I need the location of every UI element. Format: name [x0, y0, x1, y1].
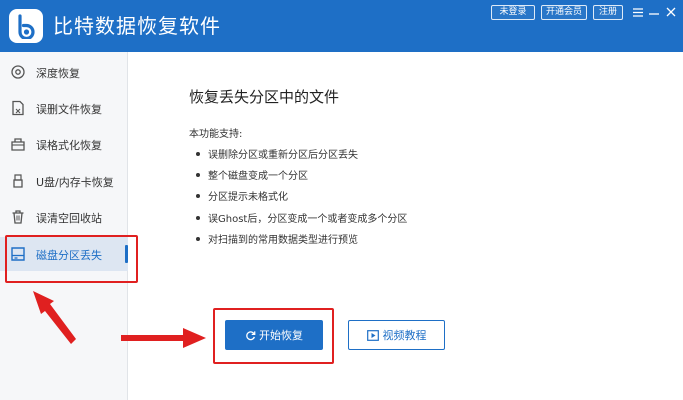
sidebar-item-deleted-files[interactable]: 误删文件恢复 [0, 91, 128, 125]
sidebar-item-label: 误删文件恢复 [36, 103, 102, 116]
bullet-icon [196, 173, 200, 177]
start-recovery-button[interactable]: 开始恢复 [225, 320, 323, 350]
feature-item: 误Ghost后，分区变成一个或者变成多个分区 [196, 210, 407, 225]
bullet-icon [196, 216, 200, 220]
sidebar-item-deep-recovery[interactable]: 深度恢复 [0, 55, 128, 89]
refresh-icon [245, 330, 256, 341]
recycle-bin-icon [9, 208, 26, 225]
login-button[interactable]: 未登录 [491, 5, 535, 20]
usb-drive-icon [9, 172, 26, 189]
feature-item: 整个磁盘变成一个分区 [196, 167, 308, 182]
page-title: 恢复丢失分区中的文件 [189, 88, 340, 106]
support-label: 本功能支持: [189, 129, 243, 140]
bullet-icon [196, 152, 200, 156]
sidebar-item-recycle-bin[interactable]: 误清空回收站 [0, 200, 128, 234]
feature-item: 分区提示未格式化 [196, 188, 288, 203]
sidebar-item-format-recovery[interactable]: 误格式化恢复 [0, 127, 128, 161]
sidebar-item-label: 误格式化恢复 [36, 139, 102, 152]
close-icon[interactable] [662, 4, 680, 20]
video-tutorial-button[interactable]: 视频教程 [348, 320, 445, 350]
arrow-to-start-button [121, 328, 206, 348]
register-button[interactable]: 注册 [593, 5, 623, 20]
sidebar-item-label: U盘/内存卡恢复 [36, 176, 114, 189]
sidebar-item-label: 误清空回收站 [36, 212, 102, 225]
app-window: 比特数据恢复软件 未登录 开通会员 注册 深度恢复 误删文件恢复 误格式化恢复 … [0, 0, 683, 400]
vip-button[interactable]: 开通会员 [541, 5, 587, 20]
sidebar-item-label: 深度恢复 [36, 67, 80, 80]
deep-recovery-icon [9, 63, 26, 80]
highlight-box-sidebar [5, 235, 138, 283]
bullet-icon [196, 237, 200, 241]
title-bar: 比特数据恢复软件 未登录 开通会员 注册 [0, 0, 683, 52]
sidebar-item-usb-recovery[interactable]: U盘/内存卡恢复 [0, 164, 128, 198]
deleted-file-icon [9, 99, 26, 116]
feature-item: 对扫描到的常用数据类型进行预览 [196, 231, 358, 246]
bitdata-logo-icon [9, 9, 43, 43]
feature-item: 误删除分区或重新分区后分区丢失 [196, 146, 358, 161]
format-recovery-icon [9, 135, 26, 152]
bullet-icon [196, 194, 200, 198]
app-title: 比特数据恢复软件 [53, 14, 221, 38]
minimize-icon[interactable] [645, 4, 663, 20]
sidebar: 深度恢复 误删文件恢复 误格式化恢复 U盘/内存卡恢复 误清空回收站 磁盘分区丢… [0, 52, 128, 400]
play-video-icon [366, 329, 379, 341]
